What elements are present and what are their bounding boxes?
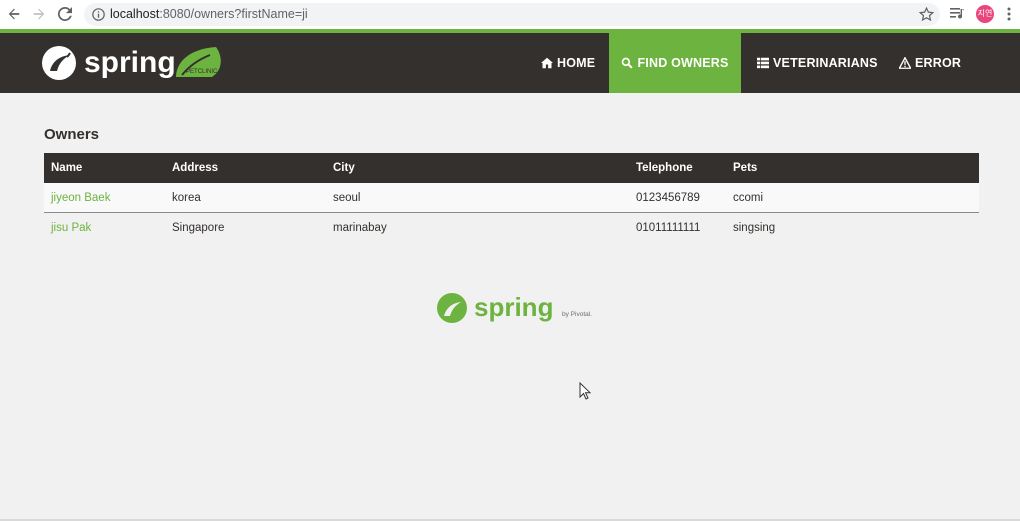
url-text[interactable]: localhost:8080/owners?firstName=ji: [110, 7, 308, 21]
home-icon: [541, 57, 553, 69]
nav-home-label: HOME: [557, 56, 596, 70]
url-host: localhost: [110, 7, 160, 21]
search-icon: [622, 57, 634, 69]
nav-veterinarians-label: VETERINARIANS: [773, 56, 878, 70]
owner-link[interactable]: jiyeon Baek: [51, 192, 110, 204]
owner-city-cell: seoul: [326, 183, 629, 213]
info-icon[interactable]: [92, 8, 105, 21]
owner-pets-cell: ccomi: [726, 183, 979, 213]
url-path: :8080/owners?firstName=ji: [159, 7, 308, 21]
nav-error[interactable]: ERROR: [899, 33, 961, 93]
arrow-right-icon: [33, 8, 45, 20]
media-queue-icon[interactable]: [950, 7, 966, 21]
column-header-pets: Pets: [726, 153, 979, 183]
mouse-cursor-icon: [579, 382, 591, 400]
main-navbar: spring PETCLINIC HOME FIND OWNERS VETERI…: [0, 33, 1020, 93]
forward-button[interactable]: [29, 4, 49, 24]
list-icon: [757, 57, 769, 69]
spring-petclinic-logo[interactable]: spring PETCLINIC: [40, 41, 230, 85]
arrow-left-icon: [8, 8, 20, 20]
spring-by-pivotal-logo: spring by Pivotal.: [437, 292, 592, 323]
more-menu-icon[interactable]: [1005, 6, 1013, 22]
back-button[interactable]: [4, 4, 24, 24]
browser-toolbar: localhost:8080/owners?firstName=ji 지연: [0, 0, 1020, 30]
page-title: Owners: [44, 126, 100, 143]
owner-link[interactable]: jisu Pak: [51, 222, 91, 234]
owners-table: Name Address City Telephone Pets jiyeon …: [44, 153, 979, 242]
address-bar[interactable]: localhost:8080/owners?firstName=ji: [84, 3, 940, 26]
owner-address-cell: korea: [165, 183, 326, 213]
footer-brand-text: spring: [474, 292, 553, 322]
bookmark-star-icon[interactable]: [919, 7, 934, 22]
column-header-city: City: [326, 153, 629, 183]
owner-name-cell: jiyeon Baek: [44, 183, 165, 213]
warning-icon: [899, 57, 911, 69]
nav-find-owners-label: FIND OWNERS: [637, 56, 729, 70]
footer-byline: by Pivotal.: [562, 311, 592, 318]
column-header-address: Address: [165, 153, 326, 183]
reload-button[interactable]: [55, 4, 75, 24]
nav-home[interactable]: HOME: [541, 33, 595, 93]
nav-veterinarians[interactable]: VETERINARIANS: [757, 33, 878, 93]
owner-name-cell: jisu Pak: [44, 212, 165, 242]
owner-telephone-cell: 01011111111: [629, 212, 726, 242]
table-row: jiyeon Baek korea seoul 0123456789 ccomi: [44, 183, 979, 213]
profile-avatar[interactable]: 지연: [976, 5, 994, 23]
column-header-name: Name: [44, 153, 165, 183]
reload-icon: [58, 7, 72, 21]
nav-error-label: ERROR: [915, 56, 962, 70]
brand-text: spring: [84, 46, 176, 79]
table-row: jisu Pak Singapore marinabay 01011111111…: [44, 212, 979, 242]
column-header-telephone: Telephone: [629, 153, 726, 183]
brand-badge-text: PETCLINIC: [186, 69, 218, 75]
nav-find-owners[interactable]: FIND OWNERS: [609, 33, 741, 93]
owner-address-cell: Singapore: [165, 212, 326, 242]
owner-pets-cell: singsing: [726, 212, 979, 242]
owner-telephone-cell: 0123456789: [629, 183, 726, 213]
table-header-row: Name Address City Telephone Pets: [44, 153, 979, 183]
owner-city-cell: marinabay: [326, 212, 629, 242]
